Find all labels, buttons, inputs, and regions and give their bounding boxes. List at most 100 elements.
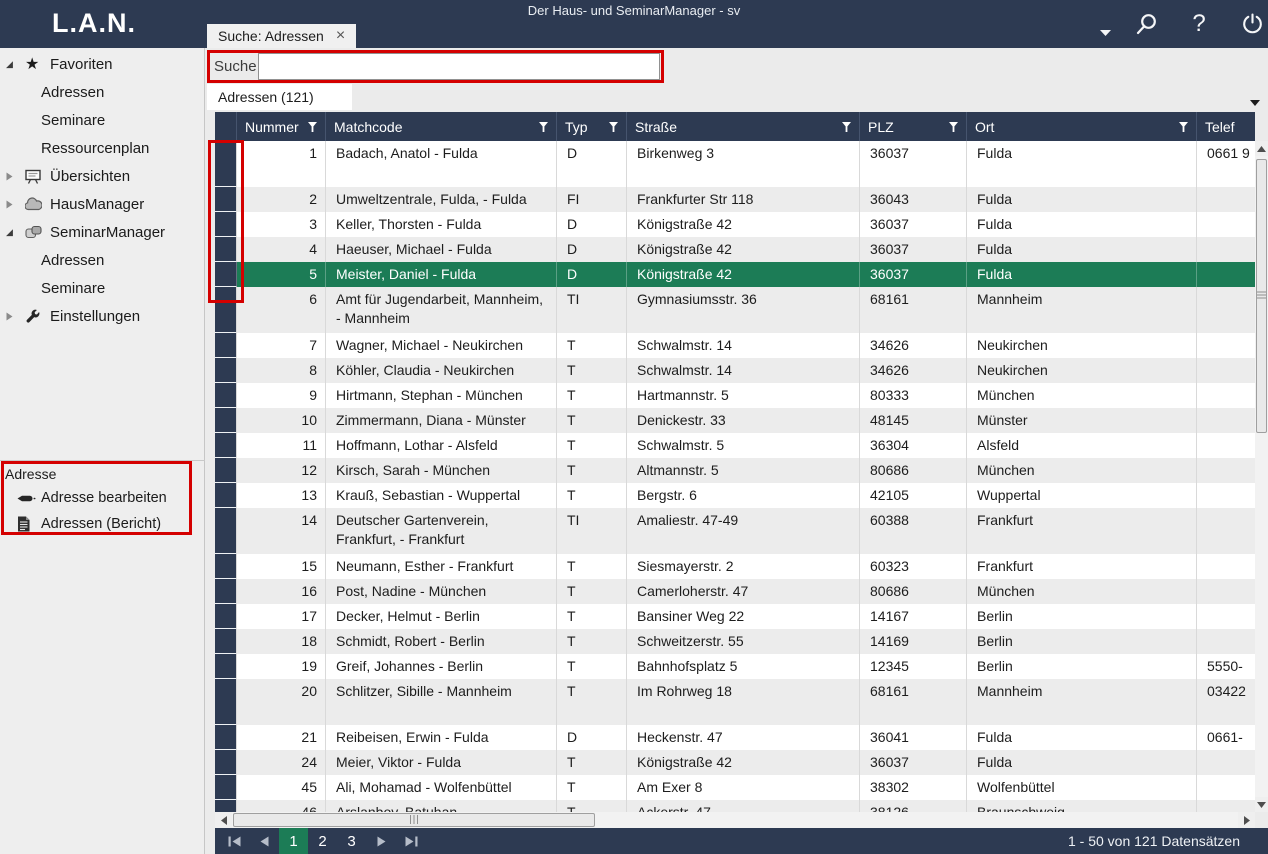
search-icon[interactable] <box>1133 11 1159 37</box>
expander-closed-icon[interactable] <box>6 172 25 181</box>
expander-closed-icon[interactable] <box>6 312 25 321</box>
context-action-adressen-bericht[interactable]: Adressen (Bericht) <box>0 511 205 537</box>
section-collapse-caret-icon[interactable] <box>1250 93 1260 111</box>
filter-icon[interactable] <box>539 122 548 132</box>
row-selector[interactable] <box>215 750 237 775</box>
row-selector[interactable] <box>215 775 237 800</box>
page-button-3[interactable]: 3 <box>337 828 366 854</box>
table-row-16[interactable]: 16 Post, Nadine - München T Camerloherst… <box>215 579 1255 604</box>
row-selector[interactable] <box>215 458 237 483</box>
table-row-11[interactable]: 11 Hoffmann, Lothar - Alsfeld T Schwalms… <box>215 433 1255 458</box>
tab-suche-adressen[interactable]: Suche: Adressen × <box>207 24 356 48</box>
page-button-1[interactable]: 1 <box>279 828 308 854</box>
row-selector[interactable] <box>215 483 237 508</box>
table-row-15[interactable]: 15 Neumann, Esther - Frankfurt T Siesmay… <box>215 554 1255 579</box>
last-page-button[interactable] <box>396 828 426 854</box>
scroll-down-icon[interactable] <box>1255 797 1268 812</box>
next-page-button[interactable] <box>366 828 396 854</box>
table-row-17[interactable]: 17 Decker, Helmut - Berlin T Bansiner We… <box>215 604 1255 629</box>
context-action-adresse-bearbeiten[interactable]: Adresse bearbeiten <box>0 485 205 511</box>
search-input[interactable] <box>258 53 660 80</box>
table-row-3[interactable]: 3 Keller, Thorsten - Fulda D Königstraße… <box>215 212 1255 237</box>
horizontal-scrollbar-thumb[interactable] <box>233 813 595 827</box>
row-selector[interactable] <box>215 187 237 212</box>
table-row-19[interactable]: 19 Greif, Johannes - Berlin T Bahnhofspl… <box>215 654 1255 679</box>
table-row-6[interactable]: 6 Amt für Jugendarbeit, Mannheim, - Mann… <box>215 287 1255 333</box>
table-row-7[interactable]: 7 Wagner, Michael - Neukirchen T Schwalm… <box>215 333 1255 358</box>
vertical-scrollbar-thumb[interactable] <box>1256 159 1267 433</box>
row-selector[interactable] <box>215 654 237 679</box>
row-selector[interactable] <box>215 141 237 187</box>
table-row-20[interactable]: 20 Schlitzer, Sibille - Mannheim T Im Ro… <box>215 679 1255 725</box>
close-icon[interactable]: × <box>336 29 345 43</box>
table-row-24[interactable]: 24 Meier, Viktor - Fulda T Königstraße 4… <box>215 750 1255 775</box>
table-row-13[interactable]: 13 Krauß, Sebastian - Wuppertal T Bergst… <box>215 483 1255 508</box>
sidebar-item-adressen[interactable]: Adressen <box>0 246 204 274</box>
sidebar-item-ressourcenplan[interactable]: Ressourcenplan <box>0 134 204 162</box>
column-header-nummer[interactable]: Nummer <box>237 112 326 141</box>
table-row-45[interactable]: 45 Ali, Mohamad - Wolfenbüttel T Am Exer… <box>215 775 1255 800</box>
table-row-4[interactable]: 4 Haeuser, Michael - Fulda D Königstraße… <box>215 237 1255 262</box>
sidebar-item-seminarmanager[interactable]: ◢ SeminarManager <box>0 218 204 246</box>
row-selector[interactable] <box>215 800 237 812</box>
table-row-46[interactable]: 46 Arslanbov, Batuhan T Ackerstr. 47 381… <box>215 800 1255 812</box>
table-row-21[interactable]: 21 Reibeisen, Erwin - Fulda D Heckenstr.… <box>215 725 1255 750</box>
filter-icon[interactable] <box>842 122 851 132</box>
scroll-up-icon[interactable] <box>1255 141 1268 156</box>
table-row-8[interactable]: 8 Köhler, Claudia - Neukirchen T Schwalm… <box>215 358 1255 383</box>
expander-open-icon[interactable]: ◢ <box>6 227 25 238</box>
row-selector[interactable] <box>215 237 237 262</box>
table-row-10[interactable]: 10 Zimmermann, Diana - Münster T Denicke… <box>215 408 1255 433</box>
page-button-2[interactable]: 2 <box>308 828 337 854</box>
sidebar-item-einstellungen[interactable]: Einstellungen <box>0 302 204 330</box>
column-header-typ[interactable]: Typ <box>557 112 627 141</box>
help-icon[interactable]: ? <box>1189 9 1209 39</box>
row-selector[interactable] <box>215 287 237 333</box>
scroll-left-icon[interactable] <box>215 812 232 828</box>
sidebar-item-seminare[interactable]: Seminare <box>0 106 204 134</box>
scroll-right-icon[interactable] <box>1238 812 1255 828</box>
table-row-12[interactable]: 12 Kirsch, Sarah - München T Altmannstr.… <box>215 458 1255 483</box>
column-header-plz[interactable]: PLZ <box>860 112 967 141</box>
horizontal-scrollbar[interactable] <box>215 812 1255 828</box>
column-header-ort[interactable]: Ort <box>967 112 1197 141</box>
row-selector[interactable] <box>215 358 237 383</box>
vertical-scrollbar[interactable] <box>1255 141 1268 812</box>
row-selector[interactable] <box>215 604 237 629</box>
table-row-2[interactable]: 2 Umweltzentrale, Fulda, - Fulda FI Fran… <box>215 187 1255 212</box>
filter-icon[interactable] <box>609 122 618 132</box>
previous-page-button[interactable] <box>249 828 279 854</box>
power-icon[interactable] <box>1241 12 1263 36</box>
column-header-matchcode[interactable]: Matchcode <box>326 112 557 141</box>
row-selector[interactable] <box>215 725 237 750</box>
column-header-strasse[interactable]: Straße <box>627 112 860 141</box>
first-page-button[interactable] <box>219 828 249 854</box>
sidebar-item-adressen[interactable]: Adressen <box>0 78 204 106</box>
filter-icon[interactable] <box>1179 122 1188 132</box>
row-selector[interactable] <box>215 333 237 358</box>
sidebar-item-hausmanager[interactable]: HausManager <box>0 190 204 218</box>
section-header[interactable]: Adressen (121) <box>207 84 352 110</box>
table-row-9[interactable]: 9 Hirtmann, Stephan - München T Hartmann… <box>215 383 1255 408</box>
filter-icon[interactable] <box>308 122 317 132</box>
expander-open-icon[interactable]: ◢ <box>6 59 25 70</box>
table-row-1[interactable]: 1 Badach, Anatol - Fulda D Birkenweg 3 3… <box>215 141 1255 187</box>
row-selector[interactable] <box>215 262 237 287</box>
row-selector[interactable] <box>215 579 237 604</box>
row-selector[interactable] <box>215 408 237 433</box>
row-selector[interactable] <box>215 433 237 458</box>
row-selector[interactable] <box>215 383 237 408</box>
table-row-14[interactable]: 14 Deutscher Gartenverein, Frankfurt, - … <box>215 508 1255 554</box>
column-header-telefon[interactable]: Telef <box>1197 112 1255 141</box>
sidebar-item-favoriten[interactable]: ◢ ★ Favoriten <box>0 50 204 78</box>
row-selector[interactable] <box>215 212 237 237</box>
sidebar-item-übersichten[interactable]: Übersichten <box>0 162 204 190</box>
table-row-5[interactable]: 5 Meister, Daniel - Fulda D Königstraße … <box>215 262 1255 287</box>
dropdown-caret-icon[interactable] <box>1098 29 1112 37</box>
expander-closed-icon[interactable] <box>6 200 25 209</box>
row-selector[interactable] <box>215 508 237 554</box>
row-selector[interactable] <box>215 679 237 725</box>
sidebar-item-seminare[interactable]: Seminare <box>0 274 204 302</box>
filter-icon[interactable] <box>949 122 958 132</box>
row-selector[interactable] <box>215 629 237 654</box>
